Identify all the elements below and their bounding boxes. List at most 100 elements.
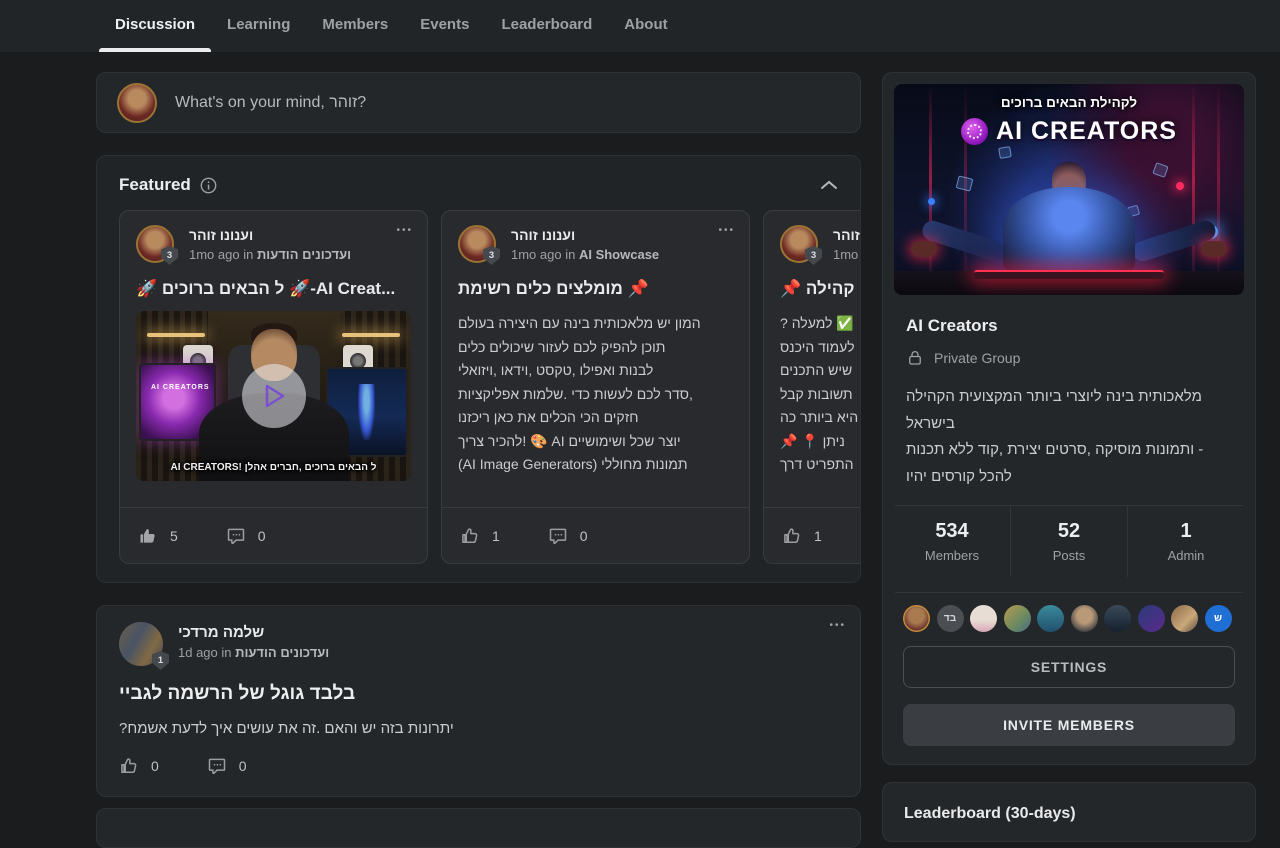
info-icon[interactable] [200, 177, 217, 194]
stat-label: Admin [1168, 548, 1205, 563]
avatar[interactable]: 1 [119, 622, 163, 666]
post-meta: 1d ago in הודעות ועדכונים [178, 645, 329, 660]
space-name[interactable]: הודעות ועדכונים [235, 645, 329, 660]
stat-value: 1 [1180, 520, 1191, 543]
member-avatar[interactable] [970, 605, 997, 632]
caption-latin: AI CREATORS! [171, 462, 242, 473]
post-title[interactable]: 🚀 ברוכים הבאים ל 🚀-AI Creat... [136, 279, 411, 299]
stat-label: Posts [1053, 548, 1086, 563]
level-badge: 3 [805, 246, 822, 265]
member-avatar[interactable] [1104, 605, 1131, 632]
space-name[interactable]: AI Showcase [579, 247, 659, 262]
tab-discussion[interactable]: Discussion [99, 0, 211, 52]
post-composer[interactable]: What's on your mind, זוהר? [96, 72, 861, 133]
stat-value: 534 [935, 520, 968, 543]
member-avatar[interactable] [1171, 605, 1198, 632]
tab-leaderboard[interactable]: Leaderboard [485, 0, 608, 52]
member-avatar[interactable] [903, 605, 930, 632]
post-time: 1mo [833, 247, 858, 262]
feed-post[interactable]: ••• 1 מרדכי שלמה 1d ago in הודעות ועדכונ… [96, 605, 861, 797]
featured-post-card[interactable]: ••• 3 זוהר וענונו 1mo ago in AI Showcase… [441, 210, 750, 564]
tab-events[interactable]: Events [404, 0, 485, 52]
featured-title: Featured [119, 175, 191, 195]
chevron-up-icon[interactable] [820, 179, 838, 191]
post-title[interactable]: לגביי הרשמה של גוגל בלבד [119, 683, 838, 705]
comment-count: 0 [239, 758, 247, 774]
more-icon[interactable]: ••• [829, 620, 846, 631]
post-meta: 1mo [833, 247, 860, 262]
member-avatar[interactable]: בד [937, 605, 964, 632]
more-icon[interactable]: ••• [718, 225, 735, 236]
thumbs-up-icon [138, 526, 158, 546]
group-sidebar: ברוכים הבאים לקהילת AI CREATORS AI Creat… [882, 72, 1256, 765]
more-icon[interactable]: ••• [396, 225, 413, 236]
group-banner-image[interactable]: ברוכים הבאים לקהילת AI CREATORS [894, 84, 1244, 295]
invite-members-button[interactable]: INVITE MEMBERS [903, 704, 1235, 746]
like-count: 1 [492, 528, 500, 544]
post-title[interactable]: 📌 קהילה [780, 279, 860, 299]
like-count: 1 [814, 528, 822, 544]
thumbs-up-icon [119, 756, 139, 776]
post-body: ?אשמח לדעת איך עושים את זה. והאם יש בזה … [119, 720, 838, 737]
post-time: 1mo ago in [189, 247, 253, 262]
tab-bar: Discussion Learning Members Events Leade… [0, 0, 1280, 52]
space-name[interactable]: הודעות ועדכונים [257, 247, 351, 262]
avatar[interactable]: 3 [136, 225, 174, 263]
tab-about[interactable]: About [608, 0, 683, 52]
comment-button[interactable] [548, 526, 568, 546]
caption-hebrew: אהלן חברים, ברוכים הבאים ל [245, 462, 377, 473]
avatar[interactable]: 3 [458, 225, 496, 263]
play-icon [263, 384, 285, 408]
video-caption: AI CREATORS! אהלן חברים, ברוכים הבאים ל [136, 462, 411, 473]
light-bar [342, 333, 400, 337]
settings-button[interactable]: SETTINGS [903, 646, 1235, 688]
featured-post-card[interactable]: 3 זוהר וענונו 1mo 📌 קהילה ? למעלה ✅היכנס… [763, 210, 860, 564]
video-thumbnail[interactable]: AI CREATORS AI CREATORS! אהלן חברים, ברו… [136, 311, 411, 481]
comment-button[interactable] [207, 756, 227, 776]
author-name[interactable]: זוהר וענונו [189, 225, 351, 243]
comment-button[interactable] [226, 526, 246, 546]
group-stats: 534 Members 52 Posts 1 Admin [894, 506, 1244, 577]
like-button[interactable] [119, 756, 139, 776]
post-meta: 1mo ago in הודעות ועדכונים [189, 247, 351, 262]
leaderboard-title: Leaderboard (30-days) [904, 805, 1234, 823]
post-meta: 1mo ago in AI Showcase [511, 247, 659, 262]
stat-posts[interactable]: 52 Posts [1010, 506, 1127, 577]
tab-members[interactable]: Members [306, 0, 404, 52]
thumbs-up-icon [460, 526, 480, 546]
stat-label: Members [925, 548, 979, 563]
member-avatar[interactable] [1138, 605, 1165, 632]
post-time: 1d ago in [178, 645, 232, 660]
tab-learning[interactable]: Learning [211, 0, 306, 52]
member-avatar[interactable] [1071, 605, 1098, 632]
author-name[interactable]: זוהר וענונו [511, 225, 659, 243]
member-avatar[interactable] [1004, 605, 1031, 632]
stat-members[interactable]: 534 Members [894, 506, 1010, 577]
like-button[interactable] [460, 526, 480, 546]
top-nav: Discussion Learning Members Events Leade… [0, 0, 1280, 52]
comment-icon [548, 526, 568, 546]
author-name[interactable]: מרדכי שלמה [178, 622, 329, 641]
avatar[interactable]: 3 [780, 225, 818, 263]
comment-icon [226, 526, 246, 546]
light-bar [147, 333, 205, 337]
next-post-card[interactable] [96, 808, 861, 848]
brain-logo-icon [961, 118, 988, 145]
member-avatar[interactable]: ש [1205, 605, 1232, 632]
banner-brand-text: AI CREATORS [996, 117, 1177, 146]
group-description: הקהילה המקצועית ביותר ליוצרי בינה מלאכות… [906, 384, 1232, 490]
featured-post-card[interactable]: ••• 3 זוהר וענונו 1mo ago in הודעות ועדכ… [119, 210, 428, 564]
featured-section: Featured ••• 3 זוהר וענונו [96, 155, 861, 583]
privacy-label: Private Group [934, 350, 1020, 366]
play-button[interactable] [242, 364, 306, 428]
like-count: 0 [151, 758, 159, 774]
leaderboard-card: Leaderboard (30-days) [882, 782, 1256, 842]
level-badge: 3 [483, 246, 500, 265]
author-name[interactable]: זוהר וענונו [833, 225, 860, 243]
group-name: AI Creators [906, 316, 1232, 336]
post-title[interactable]: רשימת כלים מומלצים 📌 [458, 279, 733, 299]
like-button[interactable] [782, 526, 802, 546]
stat-admins[interactable]: 1 Admin [1127, 506, 1244, 577]
like-button[interactable] [138, 526, 158, 546]
member-avatar[interactable] [1037, 605, 1064, 632]
